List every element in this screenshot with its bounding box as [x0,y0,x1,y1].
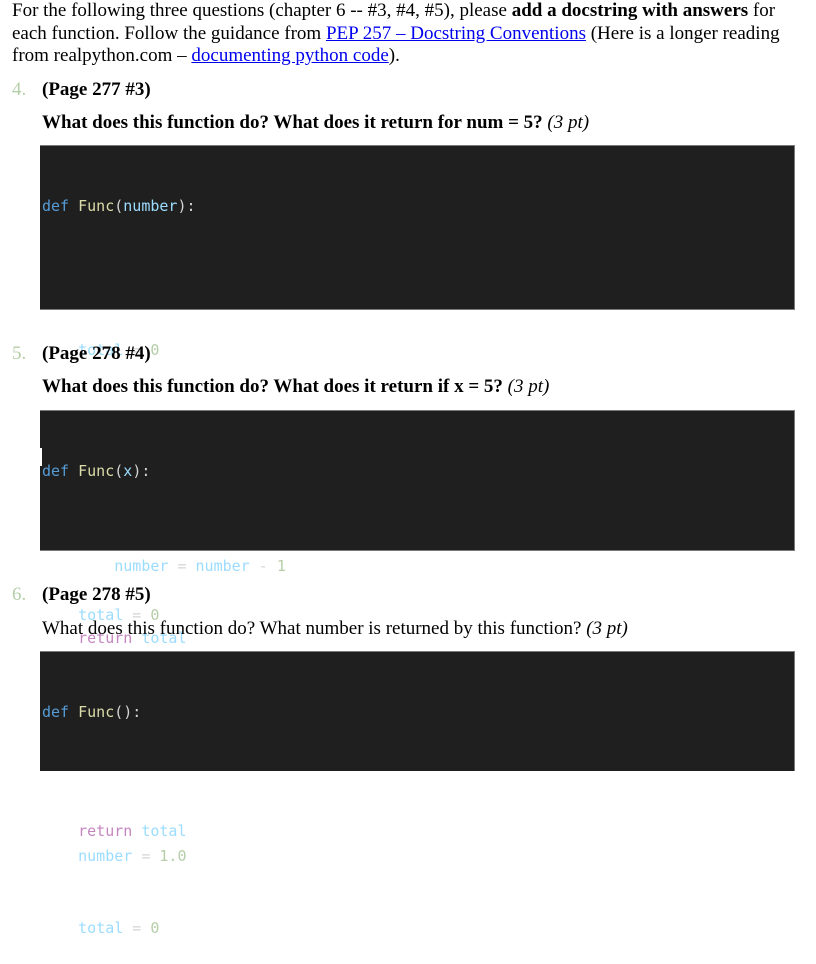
instructions-text: ). [388,45,400,66]
code-token: ( [114,462,124,480]
question-points: (3 pt) [547,112,590,133]
realpython-link[interactable]: documenting python code [191,45,388,66]
code-token: 1.0 [159,847,187,865]
code-token: Func [78,703,115,721]
question-number: 6. [12,584,27,605]
question-prompt-text: What does this function do? What does it… [42,376,508,397]
question-prompt: What does this function do? What does it… [42,376,549,398]
code-block-edge-artifact [40,448,42,466]
code-token: def [42,462,70,480]
code-line: return total [42,819,794,843]
question-prompt-text: What does this function do? What number … [42,618,587,639]
code-token: number [123,197,178,215]
code-token: ): [177,197,196,215]
question-points: (3 pt) [507,376,550,397]
question-source: (Page 277 #3) [42,79,151,100]
code-token: ): [132,462,151,480]
pep257-link[interactable]: PEP 257 – Docstring Conventions [326,23,586,44]
question-number: 4. [12,79,27,100]
code-line: def Func(x): [42,459,794,483]
code-token: (): [114,703,142,721]
code-block: def Func(): number = 1.0 total = 0 [40,651,795,937]
question-points: (3 pt) [586,618,628,639]
code-line: number = 1.0 [42,844,794,868]
code-token: x [123,462,133,480]
code-line: total = 0 [42,916,794,940]
code-block: def Func(number): total = 0 while number… [40,145,795,647]
code-token: def [42,197,70,215]
question-heading: 6. (Page 278 #5) [12,584,151,606]
code-block: def Func(x): total = 0 for i in range(x)… [40,410,795,840]
code-token: number [78,847,133,865]
code-token: = [132,847,160,865]
code-line: def Func(number): [42,194,794,218]
code-token: = [123,919,151,937]
code-token: 0 [150,341,160,359]
code-line: total = 0 [42,338,794,362]
instructions-emphasis: add a docstring with answers [511,0,749,21]
code-token: total [78,919,124,937]
code-line: def Func(): [42,700,794,724]
code-token: ( [114,197,124,215]
code-token: Func [78,197,115,215]
question-number: 5. [12,343,27,364]
instructions-paragraph: For the following three questions (chapt… [12,0,812,68]
code-token: Func [78,462,115,480]
instructions-text: For the following three questions (chapt… [12,0,512,21]
question-source: (Page 278 #5) [42,584,151,605]
question-prompt-text: What does this function do? What does it… [42,112,548,133]
question-heading: 4. (Page 277 #3) [12,79,151,101]
code-token: 0 [150,919,160,937]
question-prompt: What does this function do? What number … [42,618,628,640]
code-token: return [78,822,133,840]
question-heading: 5. (Page 278 #4) [12,343,151,365]
question-prompt: What does this function do? What does it… [42,112,589,134]
question-source: (Page 278 #4) [42,343,151,364]
code-token: total [141,822,187,840]
code-token: def [42,703,70,721]
